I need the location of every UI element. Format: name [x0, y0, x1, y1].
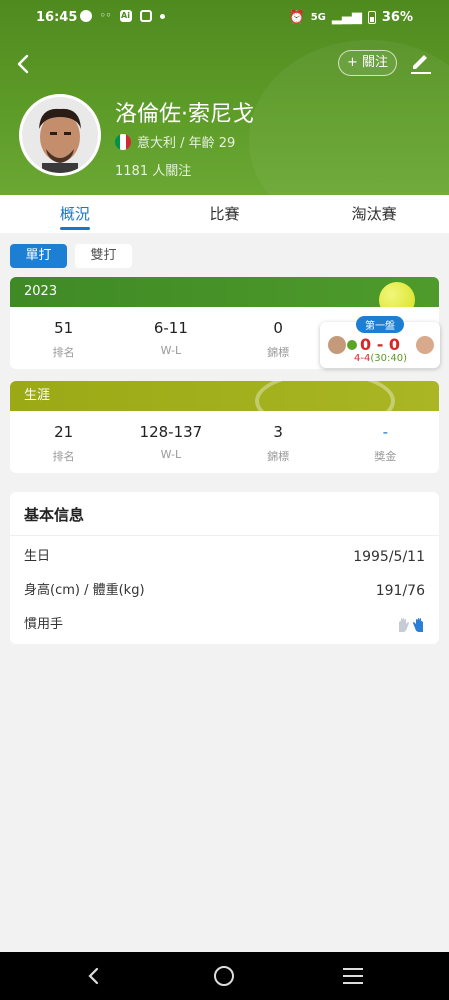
career-stats-row: 21 排名 128-137 W-L 3 錦標 - 獎金 [10, 411, 439, 473]
stat-value: 21 [54, 423, 74, 441]
battery-icon [367, 11, 376, 24]
stat-label: 獎金 [374, 450, 397, 463]
pencil-icon [411, 55, 431, 74]
stat-value: 128-137 [139, 423, 203, 441]
tab-overview[interactable]: 概況 [0, 195, 150, 233]
app-icon: ◦◦ [100, 11, 112, 21]
nav-home-button[interactable] [214, 966, 234, 986]
stat-ranking: 51 排名 [10, 307, 117, 369]
basic-info-card: 基本信息 生日 1995/5/11 身高(cm) / 體重(kg) 191/76… [10, 492, 439, 644]
chevron-left-icon [17, 54, 29, 74]
network-label: 5G [310, 12, 326, 23]
stat-label: W-L [160, 448, 182, 461]
menu-line [343, 982, 363, 984]
game-count: 4-4 [354, 353, 371, 364]
set-label: 第一盤 [356, 316, 404, 333]
stat-titles: 0 錦標 [225, 307, 332, 369]
back-button[interactable] [10, 50, 38, 78]
stat-win-loss: 128-137 W-L [117, 411, 224, 473]
info-row-height-weight: 身高(cm) / 體重(kg) 191/76 [10, 574, 439, 608]
battery-level: 36% [381, 10, 413, 25]
menu-line [343, 975, 363, 977]
info-value: 191/76 [375, 583, 425, 599]
stat-prize: - 獎金 [332, 411, 439, 473]
stat-label: 錦標 [267, 450, 290, 463]
stat-value: - [382, 423, 389, 441]
stat-label: 錦標 [267, 346, 290, 359]
dot-icon [159, 13, 165, 19]
game-score: 4-4(30:40) [354, 353, 407, 364]
season-title: 2023 [24, 284, 58, 299]
nav-recents-button[interactable] [343, 968, 363, 989]
follower-count: 1181 人關注 [115, 164, 192, 179]
career-stats-card: 生涯 21 排名 128-137 W-L 3 錦標 - 獎金 [10, 381, 439, 473]
stat-titles: 3 錦標 [225, 411, 332, 473]
tab-bar: 概況 比賽 淘汰賽 [0, 195, 449, 233]
tab-matches[interactable]: 比賽 [150, 195, 300, 233]
info-label: 慣用手 [24, 617, 64, 632]
status-right: ⏰ 5G ▂▄▆ 36% [289, 10, 413, 25]
opponent-avatar-small [416, 336, 434, 354]
career-title: 生涯 [24, 388, 51, 403]
player-name: 洛倫佐·索尼戈 [115, 102, 254, 127]
player-avatar [19, 94, 101, 176]
singles-button[interactable]: 單打 [10, 244, 67, 268]
hands-icon [399, 618, 423, 632]
point-score: (30:40) [370, 353, 407, 364]
stat-label: W-L [160, 344, 182, 357]
status-icons: ◦◦ Ai [80, 10, 165, 22]
country-age: 意大利 / 年齡 29 [137, 136, 236, 151]
stat-label: 排名 [52, 450, 75, 463]
facebook-icon [80, 10, 92, 22]
player-header: 16:45 ◦◦ Ai ⏰ 5G ▂▄▆ 36% + 關注 洛倫佐·索尼戈 意大… [0, 0, 449, 195]
live-score: 0 - 0 [360, 335, 401, 354]
info-label: 生日 [24, 549, 51, 564]
info-row-handedness: 慣用手 [10, 608, 439, 642]
info-row-birthday: 生日 1995/5/11 [10, 540, 439, 574]
live-match-widget[interactable]: 第一盤 0 - 0 4-4(30:40) [320, 316, 440, 368]
edit-button[interactable] [408, 50, 434, 76]
alarm-icon: ⏰ [288, 10, 305, 25]
info-value: 1995/5/11 [353, 549, 425, 565]
player-photo-icon [22, 97, 98, 173]
serve-check-icon [347, 340, 357, 350]
stat-win-loss: 6-11 W-L [117, 307, 224, 369]
stat-ranking: 21 排名 [10, 411, 117, 473]
menu-line [343, 968, 363, 970]
italy-flag-icon [115, 133, 131, 150]
status-time: 16:45 [36, 10, 78, 25]
signal-icon: ▂▄▆ [331, 10, 362, 25]
follow-button[interactable]: + 關注 [338, 50, 398, 76]
stat-value: 6-11 [153, 319, 188, 337]
career-header: 生涯 [10, 381, 439, 411]
stat-value: 3 [273, 423, 283, 441]
system-nav-bar [0, 952, 449, 1000]
racket-icon [255, 381, 395, 411]
player-meta: 意大利 / 年齡 29 [115, 132, 235, 151]
ai-icon: Ai [119, 10, 132, 22]
tennis-ball-icon [379, 282, 415, 307]
stat-value: 51 [54, 319, 74, 337]
tab-knockout[interactable]: 淘汰賽 [299, 195, 449, 233]
doubles-button[interactable]: 雙打 [75, 244, 132, 268]
stat-value: 0 [273, 319, 283, 337]
singles-doubles-toggle: 單打 雙打 [10, 244, 132, 268]
basic-info-title: 基本信息 [10, 492, 439, 536]
handedness-icon [397, 608, 425, 642]
chevron-left-icon [88, 967, 99, 985]
status-bar: 16:45 ◦◦ Ai ⏰ 5G ▂▄▆ 36% [0, 0, 449, 36]
season-header: 2023 [10, 277, 439, 307]
stat-label: 排名 [52, 346, 75, 359]
instagram-icon [139, 10, 152, 22]
nav-back-button[interactable] [84, 966, 104, 990]
player-avatar-small [328, 336, 346, 354]
info-label: 身高(cm) / 體重(kg) [24, 583, 145, 598]
